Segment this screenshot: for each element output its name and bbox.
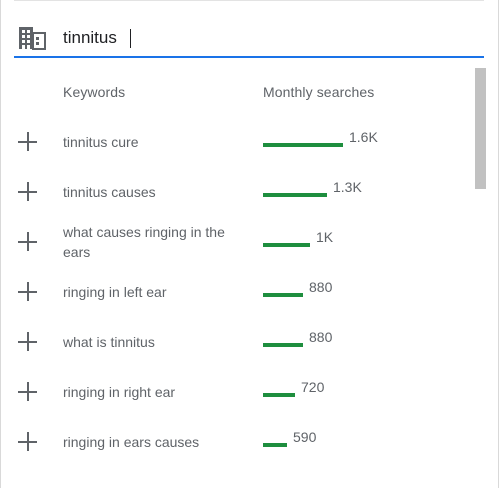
search-bar	[14, 19, 484, 58]
keyword-text[interactable]: ringing in left ear	[63, 282, 253, 302]
keyword-text[interactable]: tinnitus cure	[63, 132, 253, 152]
search-volume-bar	[263, 243, 310, 247]
keyword-text[interactable]: what causes ringing in the ears	[63, 222, 253, 262]
search-volume-bar	[263, 393, 295, 397]
panel-right-border	[498, 0, 499, 488]
keyword-text[interactable]: ringing in ears causes	[63, 432, 253, 452]
search-volume-bar	[263, 293, 303, 297]
add-keyword-icon[interactable]	[18, 382, 38, 402]
search-input[interactable]	[63, 25, 463, 51]
keyword-text[interactable]: tinnitus causes	[63, 182, 253, 202]
monthly-searches-value: 880	[309, 279, 333, 295]
monthly-searches-value: 590	[293, 429, 317, 445]
text-cursor	[130, 29, 131, 48]
search-volume-bar	[263, 143, 343, 147]
keyword-text[interactable]: what is tinnitus	[63, 332, 253, 352]
monthly-searches-value: 1.6K	[349, 129, 378, 145]
add-keyword-icon[interactable]	[18, 132, 38, 152]
keyword-row: ringing in right ear 720	[14, 372, 474, 412]
column-header-keywords: Keywords	[63, 84, 126, 100]
add-keyword-icon[interactable]	[18, 232, 38, 252]
keyword-text[interactable]: ringing in right ear	[63, 382, 253, 402]
monthly-searches-value: 720	[301, 379, 325, 395]
keyword-row: what is tinnitus 880	[14, 322, 474, 362]
search-volume-bar	[263, 443, 287, 447]
add-keyword-icon[interactable]	[18, 282, 38, 302]
top-divider	[14, 0, 484, 1]
panel-left-border	[0, 0, 1, 488]
monthly-searches-value: 1K	[316, 229, 334, 245]
keyword-row: ringing in left ear 880	[14, 272, 474, 312]
add-keyword-icon[interactable]	[18, 182, 38, 202]
building-icon	[19, 27, 46, 50]
search-volume-bar	[263, 193, 327, 197]
monthly-searches-value: 1.3K	[333, 179, 362, 195]
keyword-row: tinnitus cure 1.6K	[14, 122, 474, 162]
column-header-monthly-searches: Monthly searches	[263, 84, 375, 100]
monthly-searches-value: 880	[309, 329, 333, 345]
keyword-row: ringing in ears causes 590	[14, 422, 474, 462]
keyword-row: what causes ringing in the ears 1K	[14, 222, 474, 262]
add-keyword-icon[interactable]	[18, 432, 38, 452]
scrollbar-thumb[interactable]	[475, 68, 486, 189]
keyword-row: tinnitus causes 1.3K	[14, 172, 474, 212]
add-keyword-icon[interactable]	[18, 332, 38, 352]
search-underline	[14, 56, 484, 58]
search-volume-bar	[263, 343, 303, 347]
